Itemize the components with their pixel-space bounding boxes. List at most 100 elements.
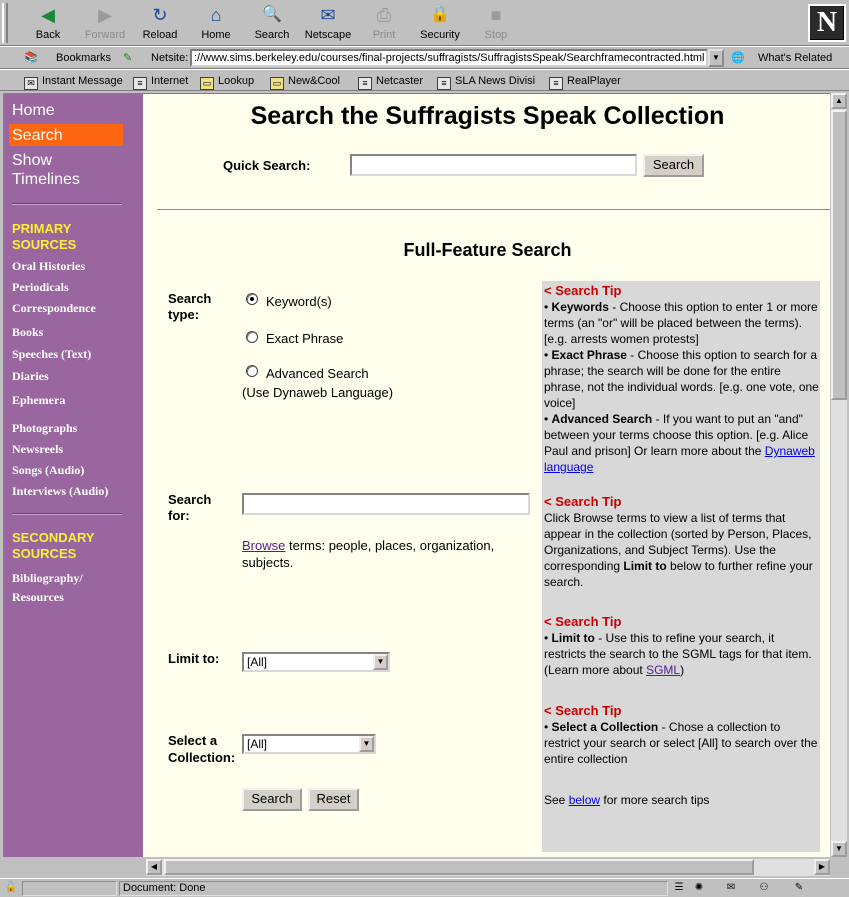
primary-sources-heading-line2: SOURCES <box>12 237 77 252</box>
netsite-label: Netsite: <box>151 52 189 64</box>
folder-icon: ▭ <box>270 77 284 90</box>
url-input[interactable]: ://www.sims.berkeley.edu/courses/final-p… <box>190 49 708 67</box>
search-tips-panel: < Search Tip • Keywords - Choose this op… <box>542 281 820 852</box>
sla-news-icon: ≡ <box>437 77 451 90</box>
sidebar-link-ephemera[interactable]: Ephemera <box>12 391 65 409</box>
search-tip-2: < Search Tip Click Browse terms to view … <box>544 494 819 590</box>
back-arrow-icon: ◀ <box>41 5 55 25</box>
whats-related-icon[interactable]: 🌐 <box>731 50 745 66</box>
whats-related-button[interactable]: What's Related <box>758 50 832 66</box>
below-link[interactable]: below <box>569 793 600 807</box>
sidebar-link-photographs[interactable]: Photographs <box>12 419 77 437</box>
scroll-right-button[interactable]: ▶ <box>814 859 830 875</box>
reset-button[interactable]: Reset <box>308 788 359 811</box>
primary-sources-heading: PRIMARY <box>12 221 72 236</box>
forward-button[interactable]: ▶ Forward <box>77 3 133 45</box>
progress-cell <box>22 881 117 896</box>
sidebar-link-interviews[interactable]: Interviews (Audio) <box>12 482 108 500</box>
browse-text: Browse terms: people, places, organizati… <box>242 538 495 570</box>
search-tip-heading: < Search Tip <box>544 703 622 718</box>
personal-item-internet[interactable]: ≡ Internet <box>133 73 188 90</box>
sidebar-link-show[interactable]: Show <box>12 151 52 170</box>
personal-item-netcaster[interactable]: ≡ Netcaster <box>358 73 423 90</box>
browse-link[interactable]: Browse <box>242 538 285 553</box>
vertical-scrollbar[interactable]: ▲ ▼ <box>830 93 847 857</box>
sidebar-link-bibliography[interactable]: Bibliography/ <box>12 569 83 587</box>
personal-item-realplayer[interactable]: ≡ RealPlayer <box>549 73 621 90</box>
navigator-icon[interactable]: ✺ <box>690 881 708 895</box>
mail-icon[interactable]: ✉ <box>722 881 740 895</box>
navigation-toolbar: ◀ Back ▶ Forward ↻ Reload ⌂ Home 🔍 Searc… <box>0 0 849 46</box>
instant-message-icon: ✉ <box>24 77 38 90</box>
limit-to-select[interactable]: [All] ▼ <box>242 652 390 672</box>
sidebar-link-newsreels[interactable]: Newsreels <box>12 440 63 458</box>
advanced-search-radio[interactable] <box>246 365 258 377</box>
chevron-down-icon[interactable]: ▼ <box>373 654 388 670</box>
collection-label: Select a <box>168 733 218 748</box>
netscape-logo: N <box>808 4 846 42</box>
component-bar-icon[interactable]: ☰ <box>670 881 688 895</box>
url-dropdown-button[interactable]: ▼ <box>708 49 724 67</box>
personal-item-newcool[interactable]: ▭ New&Cool <box>270 73 340 90</box>
search-tip-1: < Search Tip • Keywords - Choose this op… <box>544 283 819 474</box>
scroll-down-button[interactable]: ▼ <box>831 841 847 857</box>
sidebar-link-timelines[interactable]: Timelines <box>12 170 80 189</box>
search-tip-3: < Search Tip • Limit to - Use this to re… <box>544 614 819 678</box>
horizontal-scrollbar[interactable]: ◀ ▶ <box>146 859 830 876</box>
sidebar-link-correspondence[interactable]: Correspondence <box>12 299 96 317</box>
sidebar-link-songs[interactable]: Songs (Audio) <box>12 461 84 479</box>
netscape-button[interactable]: ✉ Netscape <box>300 3 356 45</box>
vertical-scroll-thumb[interactable] <box>831 110 847 400</box>
chevron-down-icon[interactable]: ▼ <box>359 736 374 752</box>
sidebar-link-oral-histories[interactable]: Oral Histories <box>12 257 85 275</box>
back-button[interactable]: ◀ Back <box>20 3 76 45</box>
stop-button[interactable]: ■ Stop <box>468 3 524 45</box>
security-button[interactable]: 🔒 Security <box>412 3 468 45</box>
scroll-left-button[interactable]: ◀ <box>146 859 162 875</box>
reload-button[interactable]: ↻ Reload <box>132 3 188 45</box>
scroll-up-button[interactable]: ▲ <box>831 93 847 109</box>
submit-search-button[interactable]: Search <box>242 788 302 811</box>
personal-item-lookup[interactable]: ▭ Lookup <box>200 73 254 90</box>
discussion-icon[interactable]: ⚇ <box>755 881 773 895</box>
sidebar-link-diaries[interactable]: Diaries <box>12 367 49 385</box>
print-button[interactable]: ⎙ Print <box>356 3 412 45</box>
collection-select[interactable]: [All] ▼ <box>242 734 376 754</box>
security-lock-icon: 🔒 <box>430 6 450 23</box>
personal-item-instant-message[interactable]: ✉ Instant Message <box>24 73 123 90</box>
status-text: Document: Done <box>119 881 668 896</box>
sidebar-link-search[interactable]: Search <box>12 126 63 145</box>
bookmarks-button[interactable]: Bookmarks <box>56 50 111 66</box>
page-proxy-icon[interactable]: ✎ <box>123 50 132 66</box>
dynaweb-note: (Use Dynaweb Language) <box>242 385 394 400</box>
sidebar-link-speeches[interactable]: Speeches (Text) <box>12 345 91 363</box>
quick-search-button[interactable]: Search <box>643 154 704 177</box>
exact-phrase-radio[interactable] <box>246 331 258 343</box>
sidebar-link-resources[interactable]: Resources <box>12 588 64 606</box>
composer-icon[interactable]: ✎ <box>790 881 808 895</box>
sidebar-link-home[interactable]: Home <box>12 101 55 120</box>
netscape-icon: ✉ <box>320 5 336 25</box>
bookmarks-icon[interactable]: 📚 <box>24 50 38 66</box>
secondary-sources-heading-line2: SOURCES <box>12 546 77 561</box>
search-type-label: Search <box>168 291 212 306</box>
internet-icon: ≡ <box>133 77 147 90</box>
personal-item-sla-news[interactable]: ≡ SLA News Divisi <box>437 73 535 90</box>
sidebar-link-periodicals[interactable]: Periodicals <box>12 278 69 296</box>
collection-label-line2: Collection: <box>168 750 236 765</box>
secondary-sources-heading: SECONDARY <box>12 530 95 545</box>
search-button[interactable]: 🔍 Search <box>244 3 300 45</box>
keyword-radio[interactable] <box>246 293 258 305</box>
horizontal-scroll-thumb[interactable] <box>164 859 754 875</box>
security-status-icon[interactable]: 🔓 <box>2 881 20 895</box>
section-divider <box>157 209 830 211</box>
quick-search-input[interactable] <box>350 154 637 176</box>
search-for-input[interactable] <box>242 493 530 515</box>
sgml-link[interactable]: SGML <box>646 663 680 677</box>
main-frame: Search the Suffragists Speak Collection … <box>144 94 830 857</box>
home-icon: ⌂ <box>210 5 222 25</box>
toolbar-grip[interactable] <box>2 3 8 43</box>
sidebar-link-books[interactable]: Books <box>12 323 43 341</box>
home-button[interactable]: ⌂ Home <box>188 3 244 45</box>
location-toolbar: 📚 Bookmarks ✎ Netsite: ://www.sims.berke… <box>0 46 849 69</box>
